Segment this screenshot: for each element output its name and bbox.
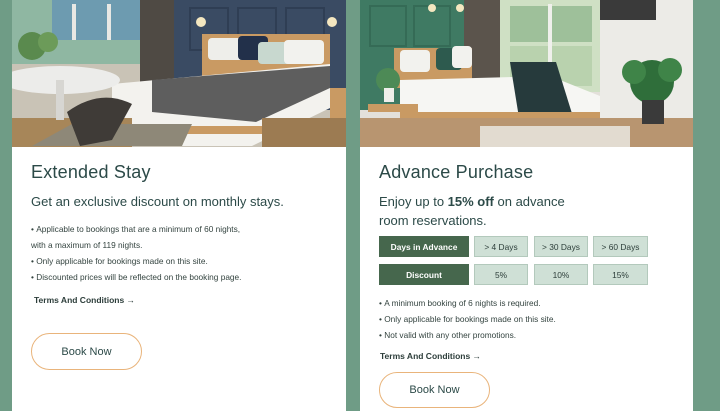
- list-item: Only applicable for bookings made on thi…: [379, 311, 556, 327]
- extended-stay-subtitle: Get an exclusive discount on monthly sta…: [31, 194, 284, 209]
- list-item: Discounted prices will be reflected on t…: [31, 269, 241, 285]
- extended-stay-card: Extended Stay Get an exclusive discount …: [12, 0, 346, 411]
- days-cell: > 30 Days: [534, 236, 588, 257]
- discount-cell: 10%: [534, 264, 588, 285]
- discount-cell: 15%: [593, 264, 648, 285]
- advance-purchase-title: Advance Purchase: [379, 162, 534, 182]
- extended-stay-bullet-list: Applicable to bookings that are a minimu…: [31, 221, 241, 285]
- advance-purchase-subtitle: Enjoy up to 15% off on advance room rese…: [379, 192, 565, 230]
- subtitle-text-start: Enjoy up to: [379, 194, 448, 209]
- list-item: Applicable to bookings that are a minimu…: [31, 221, 241, 237]
- discount-cell: 5%: [474, 264, 528, 285]
- subtitle-line-2: room reservations.: [379, 213, 487, 228]
- days-cell: > 60 Days: [593, 236, 648, 257]
- advance-book-now-button[interactable]: Book Now: [379, 372, 490, 408]
- advance-purchase-card: Advance Purchase Enjoy up to 15% off on …: [360, 0, 693, 411]
- subtitle-discount-highlight: 15% off: [447, 194, 494, 209]
- subtitle-text-end: on advance: [493, 194, 565, 209]
- extended-book-now-button[interactable]: Book Now: [31, 333, 142, 370]
- list-item-continuation: with a maximum of 119 nights.: [31, 240, 143, 250]
- list-item: Only applicable for bookings made on thi…: [31, 253, 241, 269]
- extended-stay-title: Extended Stay: [31, 162, 151, 182]
- days-cell: > 4 Days: [474, 236, 528, 257]
- extended-terms-link[interactable]: Terms And Conditions →: [34, 295, 135, 305]
- advance-purchase-room-photo: [360, 0, 693, 147]
- list-item: Not valid with any other promotions.: [379, 327, 556, 343]
- days-in-advance-header: Days in Advance: [379, 236, 469, 257]
- discount-header: Discount: [379, 264, 469, 285]
- list-item: with a maximum of 119 nights.: [31, 237, 241, 253]
- list-item: A minimum booking of 6 nights is require…: [379, 295, 556, 311]
- extended-stay-room-photo: [12, 0, 346, 147]
- advance-terms-link[interactable]: Terms And Conditions →: [380, 351, 481, 361]
- advance-purchase-bullet-list: A minimum booking of 6 nights is require…: [379, 295, 556, 343]
